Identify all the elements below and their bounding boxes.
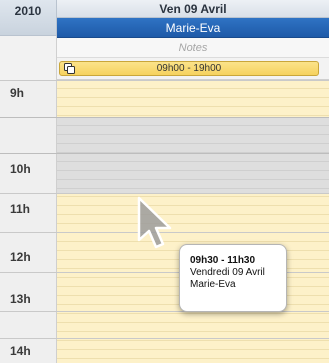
year-cell: 2010: [0, 0, 57, 36]
hour-separator: [0, 338, 329, 339]
day-calendar: 2010 Ven 09 Avril Marie-Eva Notes 09h00 …: [0, 0, 329, 363]
hour-separator: [0, 153, 329, 154]
copy-icon[interactable]: [64, 63, 75, 74]
hour-label: 13h: [10, 292, 31, 306]
hour-separator: [0, 117, 329, 118]
hour-label: 11h: [10, 202, 31, 216]
tooltip-time: 09h30 - 11h30: [190, 255, 256, 266]
event-tooltip: 09h30 - 11h30 Vendredi 09 Avril Marie-Ev…: [179, 244, 287, 312]
busy-block[interactable]: [57, 117, 329, 193]
hour-label: 9h: [10, 86, 25, 100]
header-spacer: [0, 36, 57, 80]
notes-field[interactable]: Notes: [57, 38, 329, 58]
mouse-cursor-icon: [137, 196, 172, 249]
hour-separator: [0, 193, 329, 194]
hour-separator: [0, 80, 329, 81]
hour-column: [0, 80, 57, 363]
day-header[interactable]: Ven 09 Avril: [57, 0, 329, 18]
hour-label: 14h: [10, 344, 31, 358]
tooltip-date: Vendredi 09 Avril: [190, 267, 265, 278]
hour-label: 12h: [10, 250, 31, 264]
tooltip-person: Marie-Eva: [190, 279, 236, 290]
year-label: 2010: [14, 4, 42, 18]
hour-label: 10h: [10, 162, 31, 176]
shift-time-label: 09h00 - 19h00: [156, 63, 222, 74]
shift-event[interactable]: 09h00 - 19h00: [59, 61, 319, 76]
person-header[interactable]: Marie-Eva: [57, 18, 329, 38]
